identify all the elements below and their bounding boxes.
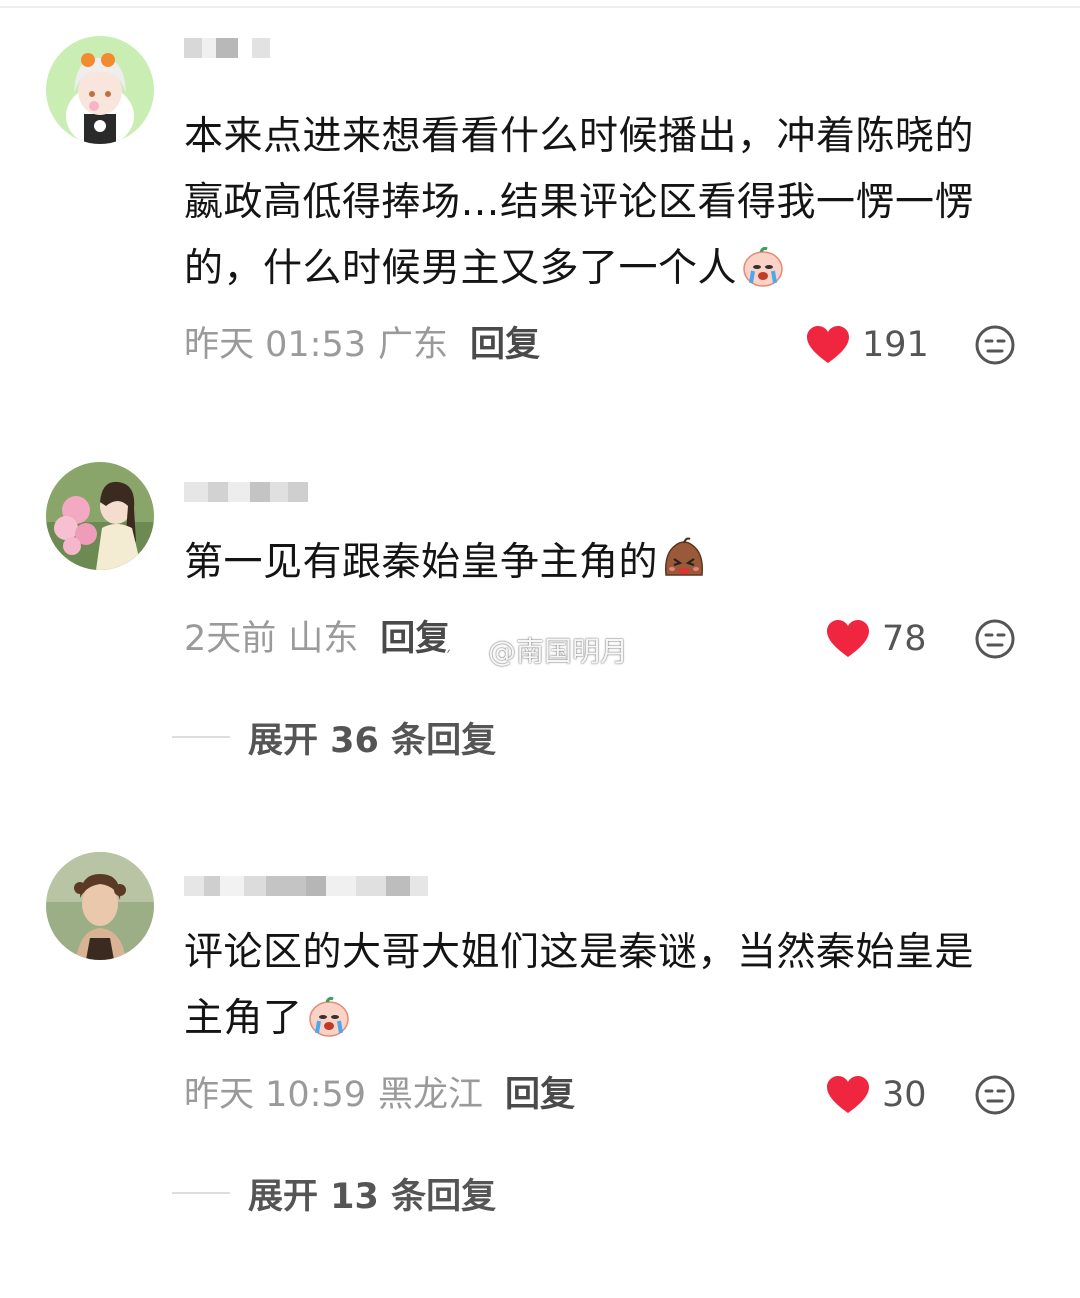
comment-meta: 昨天 01:53 广东 回复 bbox=[184, 320, 540, 370]
expand-replies-button[interactable]: 展开 36 条回复 bbox=[172, 712, 496, 762]
like-button[interactable]: 191 bbox=[806, 320, 929, 370]
like-count: 30 bbox=[882, 1075, 927, 1115]
dislike-icon[interactable] bbox=[974, 324, 1016, 366]
expand-replies-label: 展开 36 条回复 bbox=[248, 720, 497, 761]
username-blurred[interactable] bbox=[184, 482, 308, 502]
reply-button[interactable]: 回复 bbox=[505, 1075, 575, 1115]
expand-replies-button[interactable]: 展开 13 条回复 bbox=[172, 1168, 496, 1218]
like-button[interactable]: 30 bbox=[826, 1070, 927, 1120]
reply-button[interactable]: 回复 bbox=[380, 619, 450, 659]
comment-line: 的，什么时候男主又多了一个人 bbox=[184, 236, 1044, 302]
username-blurred[interactable] bbox=[184, 38, 270, 58]
timestamp: 2天前 bbox=[184, 619, 277, 659]
crying-peach-emoji bbox=[308, 996, 349, 1037]
comment-line-text: 第一见有跟秦始皇争主角的 bbox=[184, 540, 659, 585]
dislike-icon[interactable] bbox=[974, 1074, 1016, 1116]
comment-line-text: 主角了 bbox=[184, 996, 303, 1041]
crying-peach-emoji bbox=[743, 246, 783, 287]
location: 黑龙江 bbox=[378, 1075, 484, 1115]
comment-line-text: 的，什么时候男主又多了一个人 bbox=[184, 246, 738, 291]
heart-icon bbox=[827, 1076, 869, 1113]
comment-line: 主角了 bbox=[184, 986, 1044, 1052]
heart-icon bbox=[827, 620, 869, 657]
comment-line: 第一见有跟秦始皇争主角的 bbox=[184, 530, 1044, 596]
comment-item: 评论区的大哥大姐们这是秦谜，当然秦始皇是 主角了 昨天 10:59 黑龙江 回复 3… bbox=[0, 830, 1080, 1250]
avatar[interactable] bbox=[46, 462, 154, 570]
timestamp: 昨天 10:59 bbox=[184, 1075, 366, 1115]
location: 广东 bbox=[378, 325, 449, 365]
comment-meta: 昨天 10:59 黑龙江 回复 bbox=[184, 1070, 575, 1120]
avatar[interactable] bbox=[46, 36, 154, 144]
dislike-icon[interactable] bbox=[974, 618, 1016, 660]
timestamp: 昨天 01:53 bbox=[184, 325, 366, 365]
like-count: 191 bbox=[862, 325, 929, 365]
comment-text: 本来点进来想看看什么时候播出，冲着陈晓的 嬴政高低得捧场…结果评论区看得我一愣一… bbox=[184, 104, 1044, 302]
comment-text: 第一见有跟秦始皇争主角的 bbox=[184, 530, 1044, 596]
expand-replies-label: 展开 13 条回复 bbox=[248, 1176, 497, 1217]
expand-divider bbox=[172, 736, 230, 738]
comment-line: 本来点进来想看看什么时候播出，冲着陈晓的 bbox=[184, 114, 975, 159]
comment-item: 第一见有跟秦始皇争主角的 2天前 山东 回复 78 展开 36 条回复 bbox=[0, 440, 1080, 780]
angry-potato-emoji bbox=[664, 537, 704, 576]
like-button[interactable]: 78 bbox=[826, 614, 927, 664]
heart-icon bbox=[807, 326, 849, 363]
comment-item: 本来点进来想看看什么时候播出，冲着陈晓的 嬴政高低得捧场…结果评论区看得我一愣一… bbox=[0, 0, 1080, 400]
expand-divider bbox=[172, 1192, 230, 1194]
comment-line: 嬴政高低得捧场…结果评论区看得我一愣一愣 bbox=[184, 180, 975, 225]
comment-text: 评论区的大哥大姐们这是秦谜，当然秦始皇是 主角了 bbox=[184, 920, 1044, 1052]
reply-button[interactable]: 回复 bbox=[470, 325, 540, 365]
avatar[interactable] bbox=[46, 852, 154, 960]
comment-meta: 2天前 山东 回复 bbox=[184, 614, 450, 664]
comment-line: 评论区的大哥大姐们这是秦谜，当然秦始皇是 bbox=[184, 930, 975, 975]
username-blurred[interactable] bbox=[184, 876, 428, 896]
location: 山东 bbox=[288, 619, 359, 659]
like-count: 78 bbox=[882, 619, 927, 659]
